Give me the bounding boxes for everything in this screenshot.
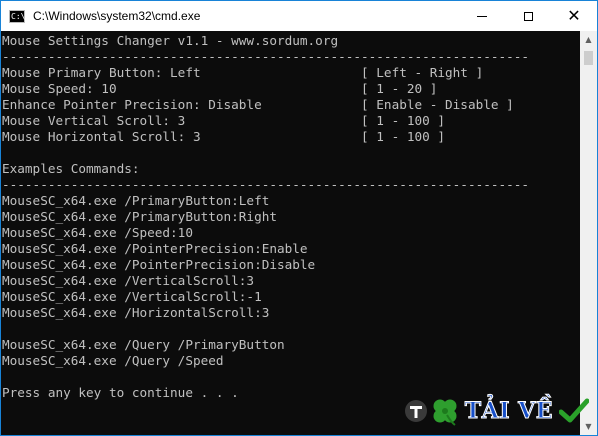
console-line: Mouse Speed: 10 [ 1 - 20 ] — [2, 81, 438, 96]
watermark-t-icon — [404, 400, 427, 422]
title-bar[interactable]: C:\ C:\Windows\system32\cmd.exe ✕ — [1, 1, 597, 31]
console-line: MouseSC_x64.exe /Query /PrimaryButton — [2, 337, 285, 352]
maximize-button[interactable] — [505, 1, 551, 31]
vertical-scrollbar[interactable]: ▲ ▼ — [580, 31, 597, 435]
watermark-logo: TẢI VỀ — [404, 395, 589, 427]
console-line: MouseSC_x64.exe /PointerPrecision:Enable — [2, 241, 308, 256]
window-title: C:\Windows\system32\cmd.exe — [33, 9, 201, 23]
console-line: Mouse Vertical Scroll: 3 [ 1 - 100 ] — [2, 113, 446, 128]
console-line: MouseSC_x64.exe /Speed:10 — [2, 225, 193, 240]
console-line: Mouse Horizontal Scroll: 3 [ 1 - 100 ] — [2, 129, 446, 144]
minimize-button[interactable] — [459, 1, 505, 31]
close-button[interactable]: ✕ — [551, 1, 597, 31]
console-output[interactable]: Mouse Settings Changer v1.1 - www.sordum… — [1, 31, 581, 435]
scroll-up-arrow-icon[interactable]: ▲ — [580, 31, 597, 48]
console-line: Examples Commands: — [2, 161, 140, 176]
check-mark-icon — [559, 398, 589, 423]
console-line: MouseSC_x64.exe /PrimaryButton:Left — [2, 193, 270, 208]
console-line: Press any key to continue . . . — [2, 385, 239, 400]
console-line: ----------------------------------------… — [2, 177, 530, 192]
minimize-icon — [477, 15, 487, 17]
console-line: Mouse Primary Button: Left [ Left - Righ… — [2, 65, 484, 80]
caption-buttons: ✕ — [459, 1, 597, 31]
watermark-text: TẢI VỀ — [464, 398, 553, 425]
cmd-app-icon[interactable]: C:\ — [9, 9, 25, 23]
console-line: Mouse Settings Changer v1.1 - www.sordum… — [2, 33, 339, 48]
maximize-icon — [523, 11, 533, 21]
four-leaf-clover-icon — [433, 399, 457, 426]
console-line: MouseSC_x64.exe /HorizontalScroll:3 — [2, 305, 270, 320]
close-icon: ✕ — [567, 6, 581, 25]
console-line: MouseSC_x64.exe /VerticalScroll:-1 — [2, 289, 262, 304]
scrollbar-thumb[interactable] — [584, 51, 593, 65]
console-line: MouseSC_x64.exe /PointerPrecision:Disabl… — [2, 257, 316, 272]
console-line: Enhance Pointer Precision: Disable [ Ena… — [2, 97, 514, 112]
cmd-window: C:\ C:\Windows\system32\cmd.exe ✕ Mouse … — [0, 0, 598, 436]
console-line: MouseSC_x64.exe /Query /Speed — [2, 353, 224, 368]
console-line: ----------------------------------------… — [2, 49, 530, 64]
console-line: MouseSC_x64.exe /PrimaryButton:Right — [2, 209, 277, 224]
console-text: Mouse Settings Changer v1.1 - www.sordum… — [1, 31, 581, 401]
console-line: MouseSC_x64.exe /VerticalScroll:3 — [2, 273, 255, 288]
